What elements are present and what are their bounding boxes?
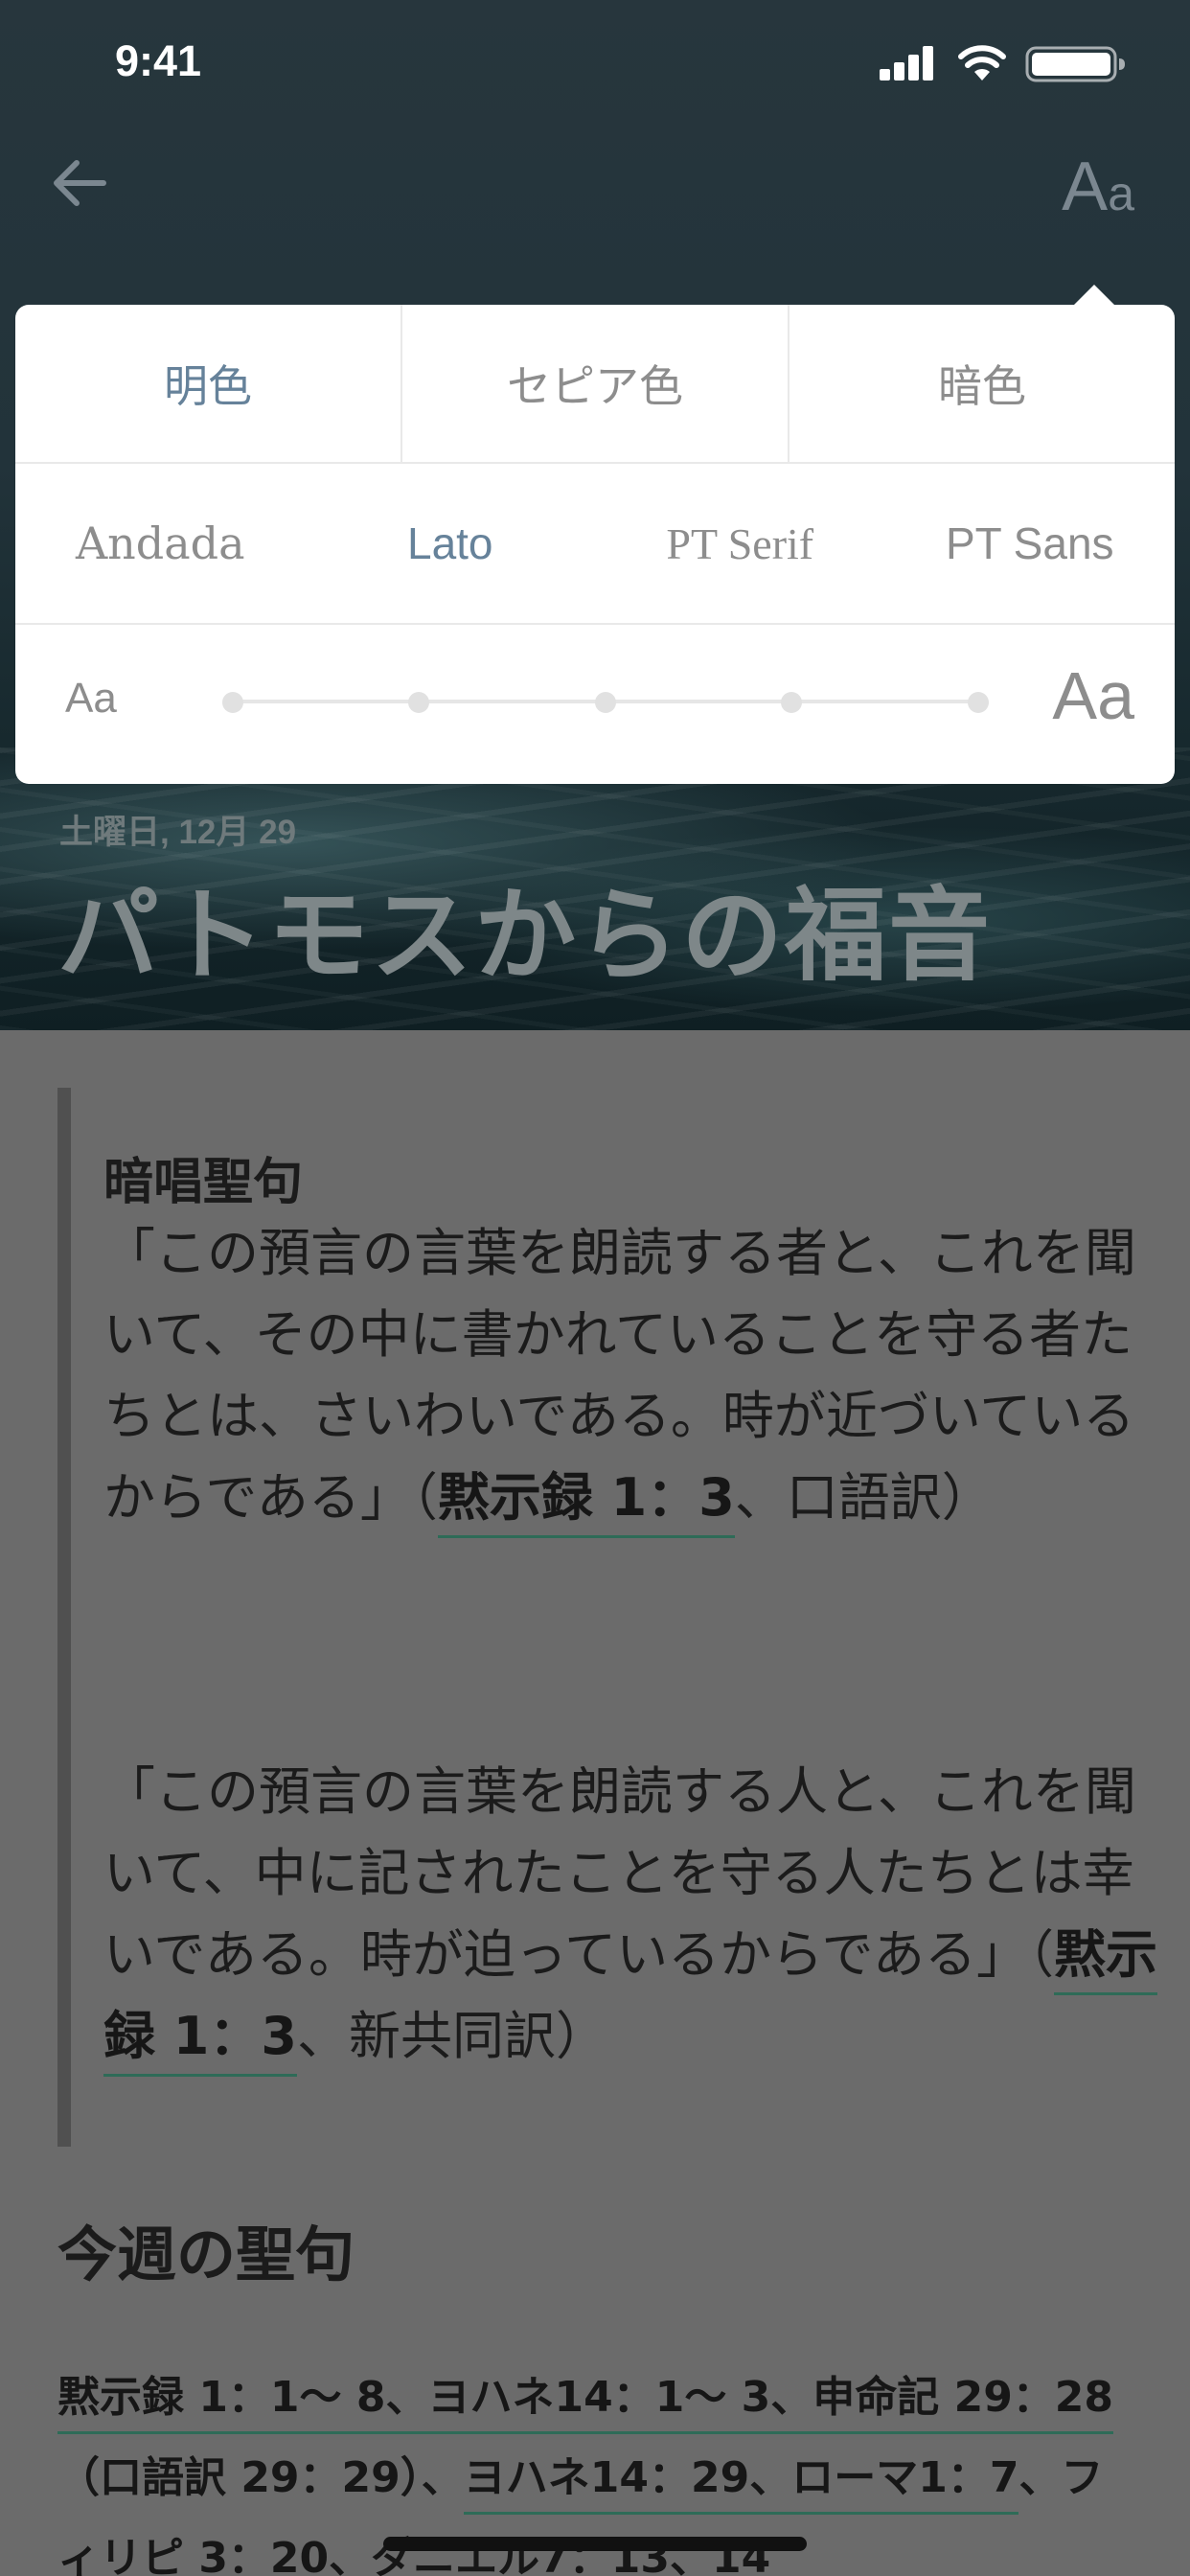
font-pt-serif-option[interactable]: PT Serif — [595, 464, 885, 623]
battery-icon — [1025, 46, 1125, 82]
lesson-title: パトモスからの福音 — [57, 877, 993, 995]
slider-stop[interactable] — [595, 692, 616, 713]
font-pt-sans-option[interactable]: PT Sans — [885, 464, 1176, 623]
theme-sepia-option[interactable]: セピア色 — [402, 305, 790, 462]
back-arrow-icon[interactable] — [50, 153, 109, 213]
theme-light-option[interactable]: 明色 — [15, 305, 402, 462]
slider-stop[interactable] — [222, 692, 243, 713]
status-time: 9:41 — [115, 36, 202, 85]
slider-stop[interactable] — [408, 692, 429, 713]
font-lato-option[interactable]: Lato — [306, 464, 596, 623]
popover-arrow — [1073, 285, 1115, 306]
lesson-article: 暗唱聖句 「この預言の言葉を朗読する者と、これを聞いて、その中に書かれていること… — [0, 1030, 1190, 2576]
memory-verse-paragraph-2: 「この預言の言葉を朗読する人と、これを聞いて、中に記されたことを守る人たちとは幸… — [103, 1751, 1162, 2077]
appearance-popover: 明色 セピア色 暗色 Andada Lato PT Serif PT Sans … — [15, 305, 1175, 784]
font-settings-icon: A — [1062, 149, 1109, 225]
weekly-readings-heading: 今週の聖句 — [57, 2220, 355, 2289]
memory-verse-text-2: 「この預言の言葉を朗読する人と、これを聞いて、中に記されたことを守る人たちとは幸… — [103, 1761, 1136, 1985]
bible-ref-link[interactable]: ヨハネ14：29、ローマ1：7 — [463, 2453, 1019, 2515]
memory-verse-translation-1: 、口語訳） — [734, 1467, 994, 1528]
slider-stop[interactable] — [781, 692, 802, 713]
cellular-signal-icon — [880, 46, 935, 80]
font-size-large-label: Aa — [1052, 658, 1134, 733]
font-andada-option[interactable]: Andada — [15, 464, 306, 623]
font-size-slider[interactable] — [222, 682, 989, 721]
font-size-small-label: Aa — [65, 675, 117, 722]
font-settings-icon-small: a — [1108, 167, 1134, 220]
weekly-ref-note: （口語訳 29：29）、 — [57, 2453, 464, 2502]
bible-ref-link[interactable]: 黙示録 1：3 — [437, 1467, 735, 1538]
wifi-icon — [958, 45, 1006, 80]
font-selector: Andada Lato PT Serif PT Sans — [15, 464, 1175, 625]
theme-selector: 明色 セピア色 暗色 — [15, 305, 1175, 464]
font-settings-button[interactable]: Aa — [1062, 148, 1134, 226]
memory-verse-translation-2: 、新共同訳） — [296, 2006, 607, 2066]
font-size-selector: Aa Aa — [15, 625, 1175, 784]
slider-stop[interactable] — [968, 692, 989, 713]
home-indicator[interactable] — [383, 2537, 807, 2551]
memory-verse-block: 暗唱聖句 「この預言の言葉を朗読する者と、これを聞いて、その中に書かれていること… — [57, 1088, 1157, 2147]
status-bar: 9:41 — [0, 0, 1190, 126]
bible-ref-link[interactable]: 黙示録 1：1〜 8、ヨハネ14：1〜 3、申命記 29：28 — [57, 2373, 1114, 2434]
memory-verse-paragraph-1: 「この預言の言葉を朗読する者と、これを聞いて、その中に書かれていることを守る者た… — [103, 1212, 1162, 1538]
lesson-date: 土曜日, 12月 29 — [59, 814, 297, 851]
theme-dark-option[interactable]: 暗色 — [790, 305, 1175, 462]
memory-verse-heading: 暗唱聖句 — [103, 1154, 304, 1211]
